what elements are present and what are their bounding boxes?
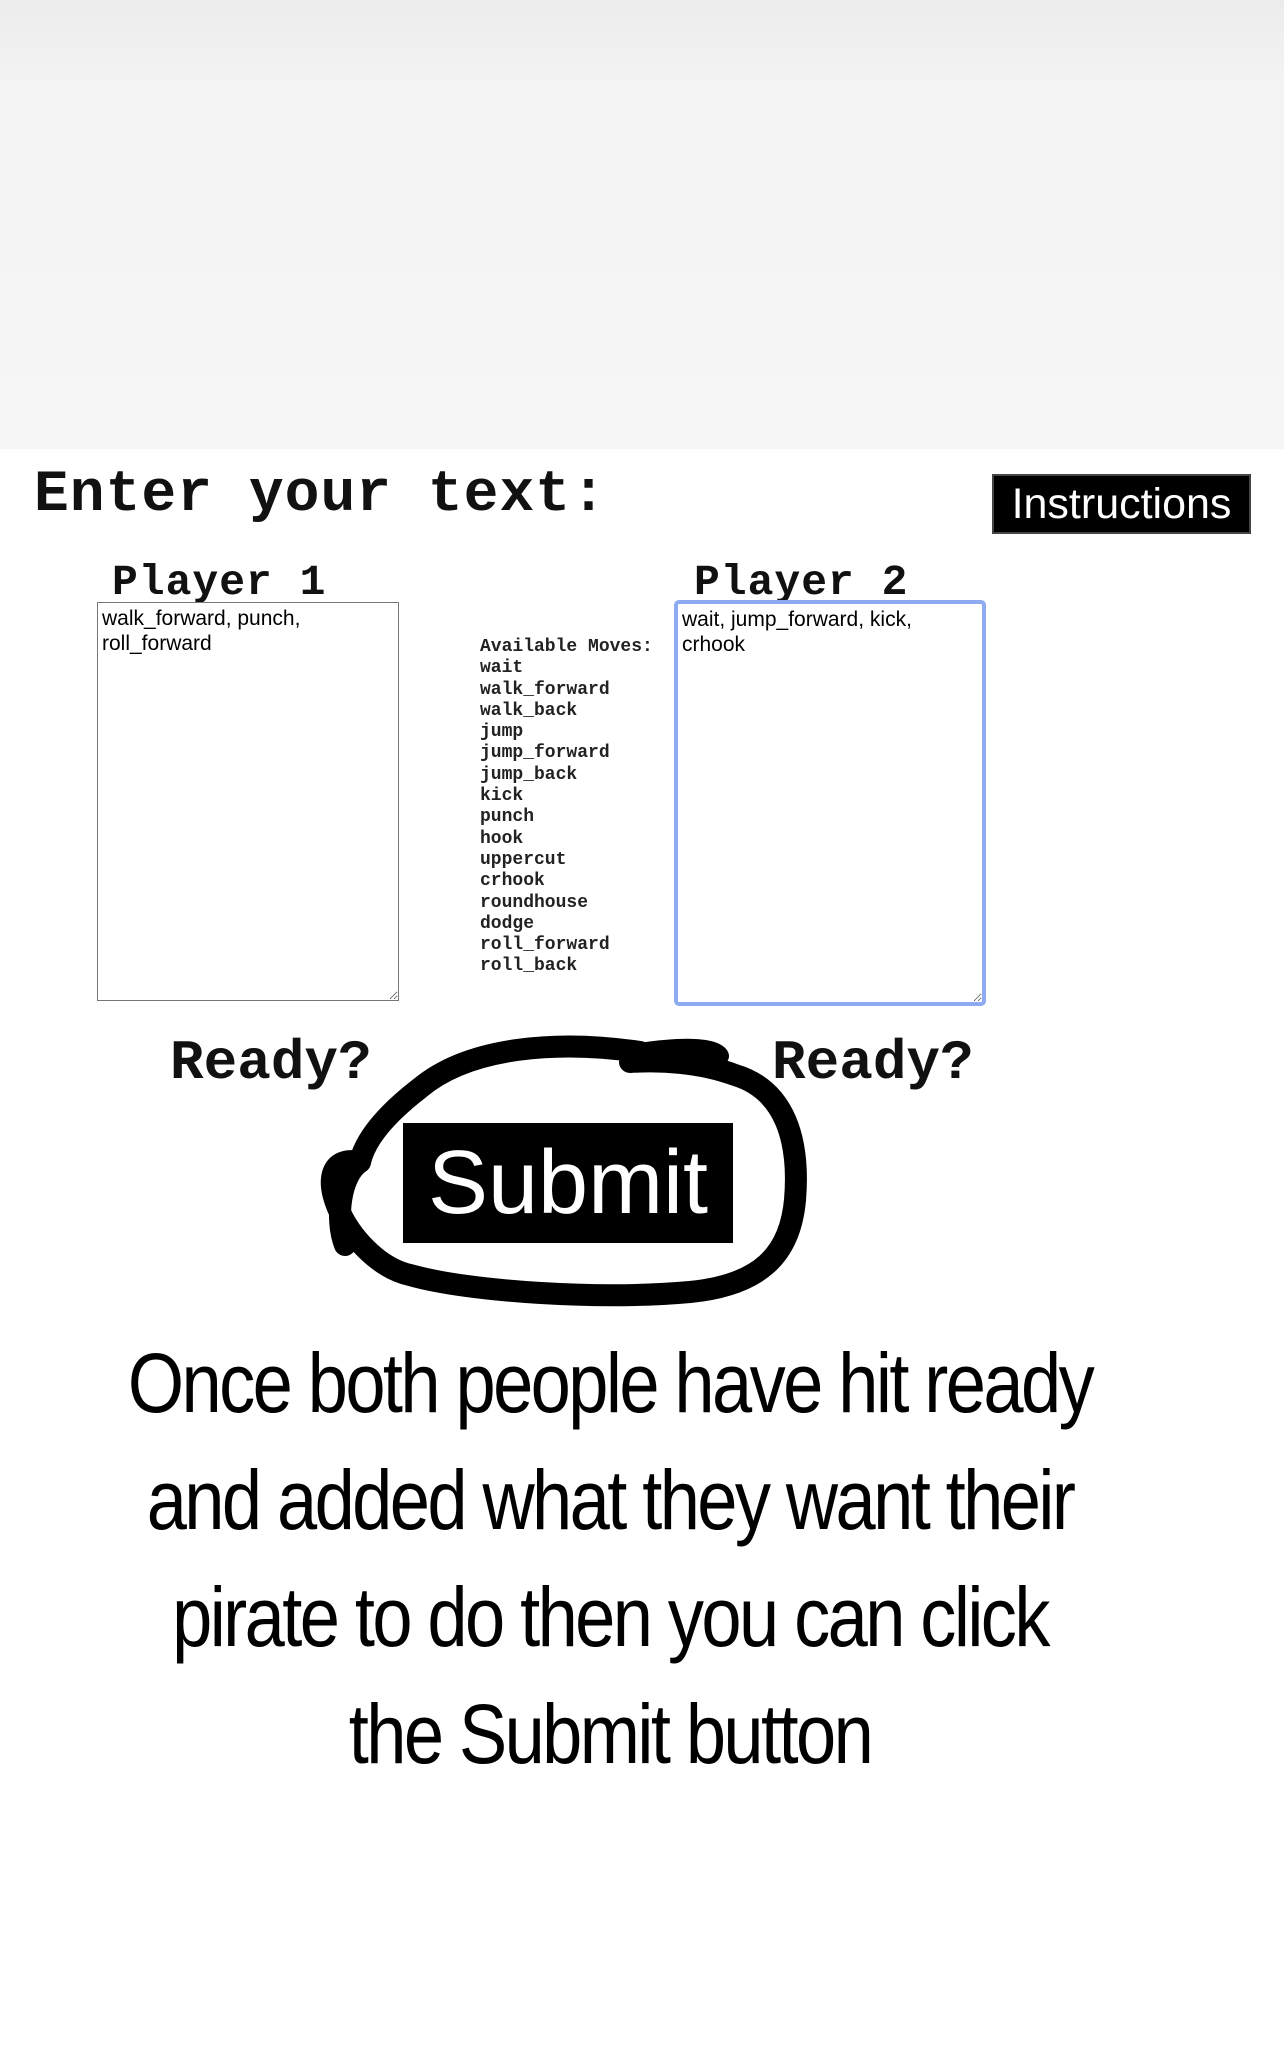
instructions-button[interactable]: Instructions xyxy=(992,474,1251,534)
blank-top-area xyxy=(0,0,1284,449)
submit-button[interactable]: Submit xyxy=(403,1123,733,1243)
player1-label: Player 1 xyxy=(112,558,327,607)
annotation-caption: Once both people have hit ready and adde… xyxy=(127,1336,1095,1781)
player1-moves-input[interactable] xyxy=(97,602,399,1001)
player1-ready-button[interactable]: Ready? xyxy=(170,1031,372,1095)
page-title: Enter your text: xyxy=(34,463,607,528)
player2-ready-button[interactable]: Ready? xyxy=(772,1031,974,1095)
move-item: walk_forward xyxy=(480,679,610,700)
move-item: punch xyxy=(480,807,535,828)
move-item: jump_forward xyxy=(480,743,610,764)
move-item: dodge xyxy=(480,913,535,934)
move-item: crhook xyxy=(480,871,545,892)
move-item: wait xyxy=(480,658,524,679)
available-moves-list: Available Moves: wait walk_forward walk_… xyxy=(480,637,653,978)
move-item: roll_back xyxy=(480,956,578,977)
move-item: uppercut xyxy=(480,849,567,870)
move-item: jump_back xyxy=(480,764,578,785)
move-item: hook xyxy=(480,828,524,849)
move-item: roll_forward xyxy=(480,935,610,956)
move-item: walk_back xyxy=(480,700,578,721)
available-moves-heading: Available Moves: xyxy=(480,637,653,657)
move-item: roundhouse xyxy=(480,892,589,913)
move-item: jump xyxy=(480,722,524,743)
move-item: kick xyxy=(480,786,524,807)
player2-moves-input[interactable] xyxy=(674,600,986,1006)
